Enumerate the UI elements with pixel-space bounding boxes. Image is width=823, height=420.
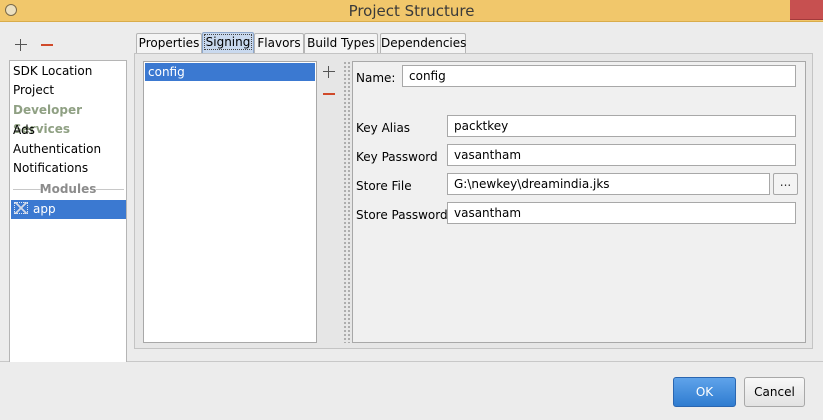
signing-form: Name: config Key Alias packtkey Key Pass… (352, 61, 806, 343)
sidebar-item-ads[interactable]: Ads (10, 121, 126, 140)
ok-button[interactable]: OK (673, 377, 736, 407)
cancel-button[interactable]: Cancel (744, 377, 805, 407)
sidebar-group-developer-services: Developer Services (13, 103, 83, 136)
dialog-footer: OK Cancel (0, 362, 823, 420)
sidebar-item-app[interactable]: app (11, 200, 126, 219)
module-icon (14, 202, 28, 214)
sidebar-item-sdk-location[interactable]: SDK Location (10, 62, 126, 81)
tab-build-types-label: Build Types (307, 36, 375, 50)
sidebar-item-notifications[interactable]: Notifications (10, 159, 126, 178)
tab-signing[interactable]: Signing (202, 32, 254, 54)
store-password-label: Store Password (356, 208, 448, 222)
tab-dependencies-label: Dependencies (381, 36, 467, 50)
name-label: Name: (356, 71, 396, 85)
list-item[interactable]: config (145, 63, 315, 81)
tab-dependencies[interactable]: Dependencies (380, 33, 466, 54)
title-bar: Project Structure (0, 0, 823, 22)
close-button[interactable] (790, 0, 823, 20)
sidebar-item-app-label: app (33, 202, 56, 216)
sidebar-item-project[interactable]: Project (10, 81, 126, 100)
tab-properties[interactable]: Properties (136, 33, 202, 54)
key-password-field[interactable]: vasantham (447, 144, 796, 166)
key-alias-label: Key Alias (356, 121, 411, 135)
tab-flavors-label: Flavors (257, 36, 301, 50)
tab-signing-label: Signing (203, 34, 253, 50)
browse-button[interactable]: ... (773, 173, 798, 195)
key-password-label: Key Password (356, 150, 438, 164)
remove-config-icon[interactable] (322, 87, 336, 101)
add-icon[interactable] (14, 38, 28, 52)
sidebar-group-modules-label: Modules (39, 182, 97, 196)
signing-config-list[interactable]: config (143, 61, 317, 343)
splitter-handle[interactable] (343, 61, 351, 343)
remove-icon[interactable] (40, 38, 54, 52)
sidebar-group-modules: Modules (10, 180, 126, 199)
group-divider (96, 189, 124, 190)
window-title: Project Structure (348, 2, 475, 20)
store-password-field[interactable]: vasantham (447, 202, 796, 224)
store-file-field[interactable]: G:\newkey\dreamindia.jks (447, 173, 770, 195)
tab-properties-label: Properties (138, 36, 200, 50)
store-file-label: Store File (356, 179, 412, 193)
tab-flavors[interactable]: Flavors (254, 33, 304, 54)
add-config-icon[interactable] (322, 65, 336, 79)
name-field[interactable]: config (402, 65, 796, 87)
sidebar-item-authentication[interactable]: Authentication (10, 140, 126, 159)
group-divider (13, 189, 41, 190)
sidebar: SDK Location Project Developer Services … (9, 60, 127, 370)
tab-build-types[interactable]: Build Types (304, 33, 378, 54)
key-alias-field[interactable]: packtkey (447, 115, 796, 137)
